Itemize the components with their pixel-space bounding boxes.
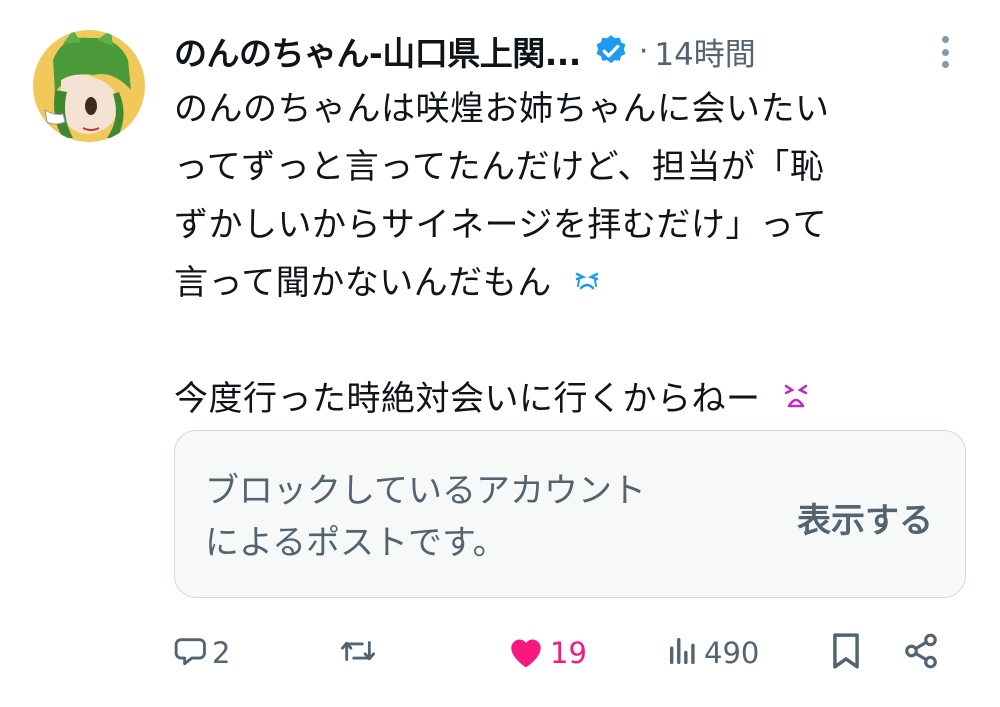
blocked-message-line: ブロックしているアカウント xyxy=(205,471,646,511)
post-text-segment: 今度行った時絶対会いに行くからねー xyxy=(174,379,761,419)
post-text-line: のんのちゃんは咲煌お姉ちゃんに会いたい xyxy=(174,89,830,129)
bookmark-button[interactable] xyxy=(829,626,863,680)
avatar-image xyxy=(33,30,145,142)
reply-count: 2 xyxy=(212,636,231,670)
post-time[interactable]: 14時間 xyxy=(654,29,755,74)
more-options-icon[interactable] xyxy=(930,32,960,72)
tired-face-icon xyxy=(780,372,812,430)
bookmark-icon xyxy=(829,632,863,674)
post-text: のんのちゃんは咲煌お姉ちゃんに会いたい ってずっと言ってたんだけど、担当が「恥 … xyxy=(174,80,964,428)
show-button[interactable]: 表示する xyxy=(797,493,933,542)
crying-face-icon xyxy=(571,256,603,314)
reply-button[interactable]: 2 xyxy=(174,626,230,680)
like-count: 19 xyxy=(550,636,587,670)
post-text-line-with-emoji: 言って聞かないんだもん xyxy=(174,254,964,312)
repost-icon xyxy=(339,634,377,672)
author-name[interactable]: のんのちゃん-山口県上関... xyxy=(174,27,581,75)
post-text-line: ってずっと言ってたんだけど、担当が「恥 xyxy=(174,147,825,187)
share-icon xyxy=(902,632,940,674)
views-chart-icon xyxy=(666,634,700,672)
views-button[interactable]: 490 xyxy=(666,626,759,680)
heart-icon xyxy=(506,633,546,673)
action-bar: 2 19 490 xyxy=(174,626,974,680)
share-button[interactable] xyxy=(902,626,940,680)
header-separator: · xyxy=(638,33,649,69)
post-text-segment: 言って聞かないんだもん xyxy=(174,263,552,303)
blocked-post-message: ブロックしているアカウント によるポストです。 xyxy=(205,465,745,569)
blocked-message-line: によるポストです。 xyxy=(205,523,507,563)
repost-button[interactable] xyxy=(339,626,381,680)
post-text-line-with-emoji: 今度行った時絶対会いに行くからねー xyxy=(174,370,964,428)
avatar[interactable] xyxy=(33,30,145,142)
blocked-post-card: ブロックしているアカウント によるポストです。 表示する xyxy=(174,430,966,598)
post: のんのちゃん-山口県上関... · 14時間 のんのちゃんは咲煌お姉ちゃんに会い… xyxy=(0,0,1000,707)
post-text-line: ずかしいからサイネージを拝むだけ」って xyxy=(174,205,828,245)
like-button[interactable]: 19 xyxy=(506,626,587,680)
verified-badge-icon xyxy=(593,33,629,69)
post-header: のんのちゃん-山口県上関... · 14時間 xyxy=(174,26,974,76)
views-count: 490 xyxy=(704,636,760,670)
reply-icon xyxy=(174,634,208,672)
